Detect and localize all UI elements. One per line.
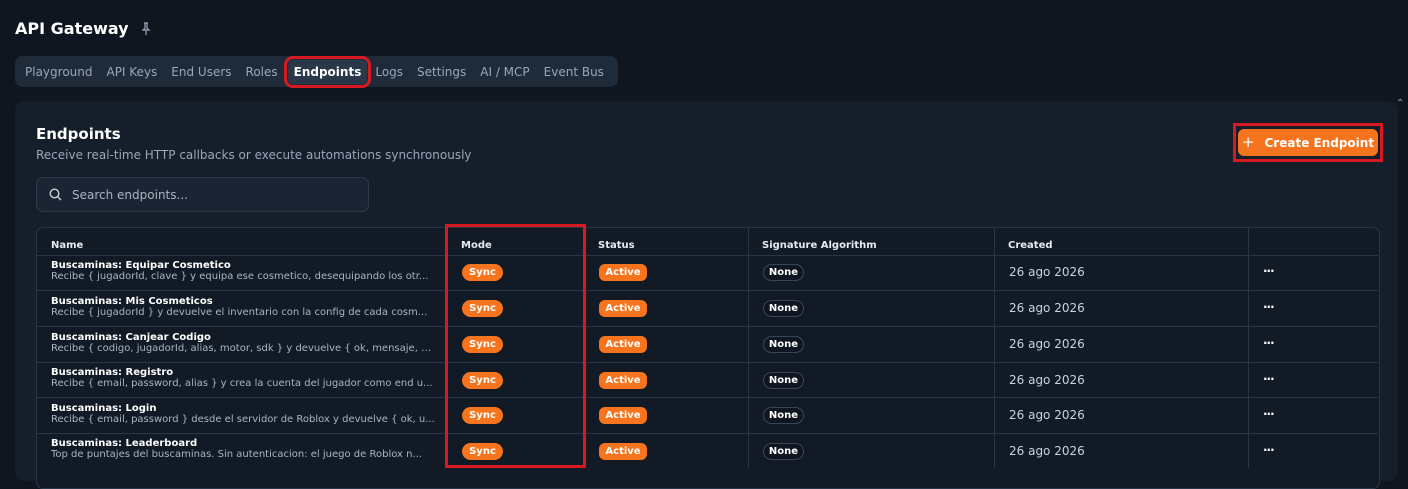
more-options-icon[interactable]: ··· xyxy=(1263,336,1275,350)
tab-logs[interactable]: Logs xyxy=(375,65,403,79)
header-mode[interactable]: Mode xyxy=(461,240,492,251)
tab-endpoints[interactable]: Endpoints xyxy=(283,55,372,88)
row-name-cell[interactable]: Buscaminas: Equipar Cosmetico Recibe { j… xyxy=(51,260,436,282)
more-options-icon[interactable]: ··· xyxy=(1263,372,1275,386)
mode-badge: Sync xyxy=(462,336,503,353)
column-divider xyxy=(584,227,585,468)
row-divider xyxy=(37,433,1378,434)
create-endpoint-highlight: + Create Endpoint xyxy=(1233,123,1383,162)
mode-badge: Sync xyxy=(462,300,503,317)
tab-playground[interactable]: Playground xyxy=(25,65,92,79)
create-endpoint-button[interactable]: + Create Endpoint xyxy=(1238,129,1378,156)
plus-icon: + xyxy=(1241,133,1255,151)
header-created[interactable]: Created xyxy=(1008,240,1053,251)
row-divider xyxy=(37,326,1378,327)
created-date: 26 ago 2026 xyxy=(1009,265,1085,279)
tab-api-keys[interactable]: API Keys xyxy=(106,65,157,79)
more-options-icon[interactable]: ··· xyxy=(1263,264,1275,278)
row-divider xyxy=(37,397,1378,398)
endpoint-description: Top de puntajes del buscaminas. Sin aute… xyxy=(51,449,423,460)
created-date: 26 ago 2026 xyxy=(1009,373,1085,387)
tab-settings[interactable]: Settings xyxy=(417,65,466,79)
column-divider xyxy=(1248,227,1249,468)
page-title: API Gateway xyxy=(15,19,153,38)
header-name[interactable]: Name xyxy=(51,240,83,251)
created-date: 26 ago 2026 xyxy=(1009,337,1085,351)
signature-badge: None xyxy=(763,300,804,317)
mode-badge: Sync xyxy=(462,407,503,424)
row-divider xyxy=(37,362,1378,363)
more-options-icon[interactable]: ··· xyxy=(1263,407,1275,421)
created-date: 26 ago 2026 xyxy=(1009,444,1085,458)
endpoint-description: Recibe { email, password, alias } y crea… xyxy=(51,378,433,389)
more-options-icon[interactable]: ··· xyxy=(1263,443,1275,457)
tab-end-users[interactable]: End Users xyxy=(171,65,231,79)
signature-badge: None xyxy=(763,443,804,460)
signature-badge: None xyxy=(763,264,804,281)
signature-badge: None xyxy=(763,336,804,353)
more-options-icon[interactable]: ··· xyxy=(1263,300,1275,314)
mode-badge: Sync xyxy=(462,264,503,281)
app-title: API Gateway xyxy=(15,19,129,38)
endpoint-name: Buscaminas: Login xyxy=(51,403,157,414)
pin-icon[interactable] xyxy=(139,21,153,36)
column-divider xyxy=(994,227,995,468)
status-badge: Active xyxy=(599,443,647,460)
tab-ai-mcp[interactable]: AI / MCP xyxy=(480,65,529,79)
row-divider xyxy=(37,255,1378,256)
mode-badge: Sync xyxy=(462,443,503,460)
endpoint-description: Recibe { email, password } desde el serv… xyxy=(51,414,435,425)
created-date: 26 ago 2026 xyxy=(1009,408,1085,422)
mode-badge: Sync xyxy=(462,372,503,389)
section-subtitle: Receive real-time HTTP callbacks or exec… xyxy=(36,148,472,162)
status-badge: Active xyxy=(599,407,647,424)
created-date: 26 ago 2026 xyxy=(1009,301,1085,315)
status-badge: Active xyxy=(599,372,647,389)
header-status[interactable]: Status xyxy=(598,240,635,251)
column-divider xyxy=(748,227,749,468)
row-name-cell[interactable]: Buscaminas: Leaderboard Top de puntajes … xyxy=(51,438,436,460)
endpoint-name: Buscaminas: Mis Cosmeticos xyxy=(51,296,213,307)
endpoint-description: Recibe { jugadorId, clave } y equipa ese… xyxy=(51,271,429,282)
status-badge: Active xyxy=(599,336,647,353)
tab-roles[interactable]: Roles xyxy=(246,65,278,79)
section-title: Endpoints xyxy=(36,125,121,143)
endpoint-description: Recibe { codigo, jugadorId, alias, motor… xyxy=(51,343,436,354)
tab-bar: Playground API Keys End Users Roles Endp… xyxy=(15,55,618,88)
search-icon xyxy=(49,188,62,201)
row-name-cell[interactable]: Buscaminas: Canjear Codigo Recibe { codi… xyxy=(51,332,436,354)
header-signature-algorithm[interactable]: Signature Algorithm xyxy=(762,240,877,251)
row-divider xyxy=(37,290,1378,291)
scroll-up-icon[interactable]: ⌃ xyxy=(1396,98,1406,109)
endpoint-name: Buscaminas: Equipar Cosmetico xyxy=(51,260,231,271)
create-endpoint-label: Create Endpoint xyxy=(1264,135,1375,150)
row-name-cell[interactable]: Buscaminas: Login Recibe { email, passwo… xyxy=(51,403,436,425)
endpoint-name: Buscaminas: Canjear Codigo xyxy=(51,332,211,343)
search-input[interactable] xyxy=(70,186,354,203)
signature-badge: None xyxy=(763,407,804,424)
row-name-cell[interactable]: Buscaminas: Registro Recibe { email, pas… xyxy=(51,367,436,389)
status-badge: Active xyxy=(599,264,647,281)
endpoint-description: Recibe { jugadorId } y devuelve el inven… xyxy=(51,307,428,318)
tab-event-bus[interactable]: Event Bus xyxy=(544,65,604,79)
row-name-cell[interactable]: Buscaminas: Mis Cosmeticos Recibe { juga… xyxy=(51,296,436,318)
endpoint-name: Buscaminas: Registro xyxy=(51,367,174,378)
endpoint-name: Buscaminas: Leaderboard xyxy=(51,438,198,449)
signature-badge: None xyxy=(763,372,804,389)
status-badge: Active xyxy=(599,300,647,317)
search-box[interactable] xyxy=(36,177,369,212)
